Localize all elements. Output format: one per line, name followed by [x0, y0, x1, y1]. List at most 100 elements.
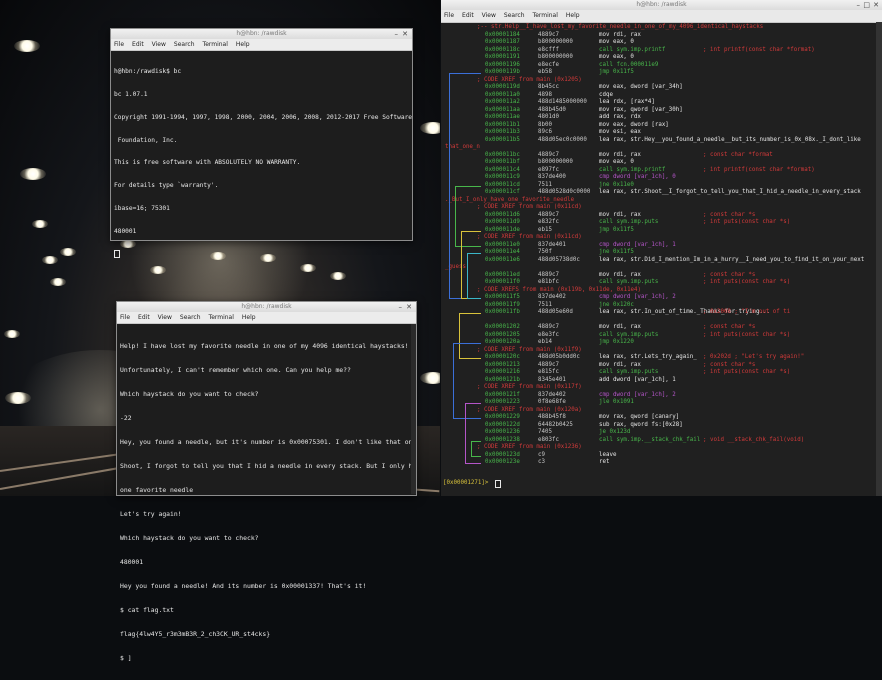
instruction-bytes: 488b45f8 — [538, 414, 566, 420]
disasm-row: _guess — [441, 264, 875, 272]
menu-file[interactable]: File — [120, 314, 130, 321]
menu-terminal[interactable]: Terminal — [203, 41, 228, 48]
menu-help[interactable]: Help — [242, 314, 256, 321]
close-icon[interactable]: ✕ — [402, 29, 408, 39]
instruction-comment: ; int printf(const char *format) — [703, 46, 815, 53]
instruction-bytes: 488d05e60d — [538, 309, 573, 315]
window-titlebar[interactable]: h@hbn: /rawdisk – ✕ — [117, 302, 416, 312]
instruction-comment: ; const char *s — [703, 361, 756, 368]
disasm-row: 0x000011e0 837de401 cmp dword [var_1ch], 1 — [441, 242, 875, 250]
instruction-bytes: 4801d0 — [538, 114, 559, 120]
xref-comment: ; CODE XREF from main (0x11cd) — [477, 204, 582, 210]
disasm-row: 0x000011aa 488b45d0 mov rax, qword [var_30… — [441, 107, 875, 115]
instruction-bytes: eb15 — [538, 226, 552, 233]
disassembly-view[interactable]: ;-- str.Help__I_have_lost_my_favorite_ne… — [441, 22, 875, 496]
instruction-op: sub rax, qword fs:[0x28] — [599, 421, 683, 428]
disasm-row: 0x000011e4 750f jne 0x11f5 — [441, 249, 875, 257]
instruction-address: 0x000011c4 — [485, 166, 520, 173]
minimize-icon[interactable]: – — [857, 0, 861, 10]
jump-flow-line — [455, 245, 481, 247]
instruction-bytes: 488d05b0dd0c — [538, 354, 580, 360]
r2-terminal-window[interactable]: h@hbn: /rawdisk – □ ✕ File Edit View Search… — [441, 0, 882, 496]
streetlight — [32, 220, 48, 228]
streetlight — [14, 40, 40, 52]
jump-flow-line — [471, 455, 481, 457]
disasm-row: 0x00001202 4889c7 mov rdi, rax ; const char… — [441, 324, 875, 332]
minimize-icon[interactable]: – — [395, 29, 399, 39]
instruction-comment: ; const char *s — [703, 211, 756, 218]
terminal-line: Hey you found a needle! And its number i… — [120, 582, 367, 590]
streetlight — [42, 256, 58, 264]
window-titlebar[interactable]: h@hbn: /rawdisk – ✕ — [111, 29, 412, 39]
maximize-icon[interactable]: □ — [863, 0, 870, 10]
terminal-output[interactable]: h@hbn:/rawdisk$ bc bc 1.07.1 Copyright 1… — [111, 51, 412, 276]
window-titlebar[interactable]: h@hbn: /rawdisk – □ ✕ — [441, 0, 882, 10]
disasm-row: 0x000011cf 488d0528d0c0000 lea rax, str.Sh… — [441, 189, 875, 197]
close-icon[interactable]: ✕ — [406, 302, 412, 312]
instruction-bytes: 7511 — [538, 181, 552, 188]
menu-edit[interactable]: Edit — [138, 314, 150, 321]
instruction-op: jle 0x1091 — [599, 399, 634, 405]
menu-file[interactable]: File — [114, 41, 124, 48]
terminal-line: -22 — [120, 414, 132, 422]
instruction-address: 0x00001191 — [485, 54, 520, 60]
instruction-bytes: 8b45cc — [538, 84, 559, 90]
instruction-bytes: e897fc — [538, 166, 559, 173]
instruction-address: 0x00001196 — [485, 61, 520, 68]
streetlight — [420, 122, 440, 134]
instruction-op: lea rax, str.Shoot__I_forgot_to_tell_you… — [599, 189, 861, 195]
streetlight — [5, 392, 31, 404]
menu-bar: File Edit View Search Terminal Help — [117, 312, 416, 324]
menu-search[interactable]: Search — [174, 41, 195, 48]
instruction-op: je 0x123d — [599, 429, 631, 435]
instruction-bytes: c3 — [538, 459, 545, 465]
instruction-bytes: 488d05ec0c0000 — [538, 136, 587, 143]
instruction-comment: ; const char *s — [703, 324, 756, 330]
jump-flow-line — [453, 418, 481, 419]
menu-view[interactable]: View — [482, 12, 496, 19]
menu-file[interactable]: File — [444, 12, 454, 19]
instruction-bytes: 837de401 — [538, 241, 566, 248]
disasm-row: 0x000011d9 e832fc call sym.imp.puts ; int p… — [441, 219, 875, 227]
instruction-bytes: e8ecfe — [538, 61, 559, 68]
instruction-address: 0x000011e0 — [485, 241, 520, 248]
menu-help[interactable]: Help — [566, 12, 580, 19]
menu-search[interactable]: Search — [504, 12, 525, 19]
instruction-comment: ; int printf(const char *format) — [703, 166, 815, 173]
instruction-address: 0x00001213 — [485, 361, 520, 368]
r2-prompt: [0x00001271]> — [443, 480, 489, 486]
instruction-bytes: 0f8e68fe — [538, 399, 566, 405]
disasm-row: 0x00001223 0f8e68fe jle 0x1091 — [441, 399, 875, 407]
terminal-line: 480001 — [114, 227, 137, 235]
haystack-terminal-window[interactable]: h@hbn: /rawdisk – ✕ File Edit View Search Te… — [116, 301, 417, 662]
scrollbar[interactable] — [876, 22, 882, 496]
disasm-row: 0x000011f9 7511 jne 0x120c — [441, 302, 875, 310]
disasm-row: 0x00001238 e803fc call sym.imp.__stack_chk… — [441, 437, 875, 445]
instruction-address: 0x000011b3 — [485, 129, 520, 135]
instruction-bytes: 4898 — [538, 91, 552, 98]
menu-edit[interactable]: Edit — [132, 41, 144, 48]
streetlight — [20, 168, 46, 180]
instruction-bytes: e832fc — [538, 219, 559, 225]
menu-terminal[interactable]: Terminal — [209, 314, 234, 321]
minimize-icon[interactable]: – — [399, 302, 403, 312]
jump-flow-line — [467, 253, 481, 254]
menu-edit[interactable]: Edit — [462, 12, 474, 19]
instruction-bytes: 837de402 — [538, 391, 566, 398]
menu-search[interactable]: Search — [180, 314, 201, 321]
terminal-output[interactable]: Help! I have lost my favorite needle in … — [117, 324, 416, 680]
instruction-op: jmp 0x11f5 — [599, 226, 634, 233]
bc-terminal-window[interactable]: h@hbn: /rawdisk – ✕ File Edit View Search Te… — [110, 28, 413, 259]
jump-flow-line — [465, 403, 481, 404]
instruction-op: cmp dword [var_1ch], 1 — [599, 241, 676, 248]
xref-comment: ; CODE XREFS from main (0x119b, 0x11de, … — [477, 286, 642, 293]
menu-view[interactable]: View — [152, 41, 166, 48]
menu-terminal[interactable]: Terminal — [533, 12, 558, 19]
instruction-address: 0x000011de — [485, 226, 520, 233]
menu-view[interactable]: View — [158, 314, 172, 321]
disasm-row: 0x0000123d c9 leave — [441, 452, 875, 460]
scrollbar[interactable] — [411, 324, 416, 494]
menu-help[interactable]: Help — [236, 41, 250, 48]
instruction-address: 0x000011d9 — [485, 219, 520, 225]
close-icon[interactable]: ✕ — [873, 0, 879, 10]
